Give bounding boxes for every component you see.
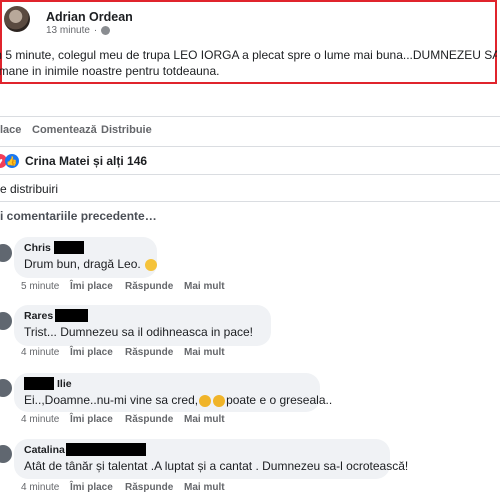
- comment-actions: 5 minute Îmi place Răspunde Mai mult: [21, 281, 271, 293]
- comment-more-button[interactable]: Mai mult: [184, 482, 225, 493]
- comment-like-button[interactable]: Îmi place: [70, 414, 113, 425]
- comment-text: Trist... Dumnezeu sa il odihneasca in pa…: [24, 325, 254, 339]
- comment-avatar[interactable]: [0, 379, 12, 397]
- comment-time[interactable]: 4 minute: [21, 414, 59, 425]
- comment-author[interactable]: Chris: [24, 241, 147, 254]
- comment-time[interactable]: 5 minute: [21, 281, 59, 292]
- post-author-name[interactable]: Adrian Ordean: [46, 10, 133, 24]
- redaction-bar: [55, 309, 89, 322]
- redaction-bar: [24, 377, 54, 390]
- like-reaction-icon: 👍: [5, 154, 19, 168]
- comment-text: Ei..,Doamne..nu-mi vine sa cred, poate e …: [24, 393, 333, 407]
- comment-more-button[interactable]: Mai mult: [184, 414, 225, 425]
- share-button[interactable]: Distribuie: [101, 124, 152, 136]
- post-time[interactable]: 13 minute: [46, 25, 90, 36]
- reactions-summary[interactable]: ♥ 👍 Crina Matei și alți 146: [0, 153, 147, 169]
- divider: [0, 146, 500, 147]
- comment-avatar[interactable]: [0, 312, 12, 330]
- view-previous-comments[interactable]: i comentariile precedente…: [0, 209, 157, 223]
- post-text-line-1: m 5 minute, colegul meu de trupa LEO IOR…: [0, 48, 497, 62]
- crying-emoji-icon: [213, 394, 226, 407]
- comment-reply-button[interactable]: Răspunde: [125, 414, 173, 425]
- comment-bubble: Catalina Atât de tânăr și talentat .A lu…: [14, 439, 409, 479]
- comment-author[interactable]: Rares: [24, 309, 261, 322]
- comment-like-button[interactable]: Îmi place: [70, 347, 113, 358]
- comment-avatar[interactable]: [0, 445, 12, 463]
- comment-bubble: Rares Trist... Dumnezeu sa il odihneasca…: [14, 305, 271, 346]
- comment-reply-button[interactable]: Răspunde: [125, 347, 173, 358]
- post-action-bar: lace Comentează Distribuie: [0, 124, 500, 138]
- divider: [0, 174, 500, 175]
- comment-author[interactable]: Catalina: [24, 443, 380, 456]
- comment-like-button[interactable]: Îmi place: [70, 281, 113, 292]
- comment-actions: 4 minute Îmi place Răspunde Mai mult: [21, 414, 271, 426]
- reactions-count-text: Crina Matei și alți 146: [25, 154, 148, 168]
- comment-text: Atât de tânăr și talentat .A luptat și a…: [24, 459, 409, 473]
- comment-author[interactable]: Ilie: [24, 377, 310, 390]
- comment-actions: 4 minute Îmi place Răspunde Mai mult: [21, 482, 271, 494]
- shares-count[interactable]: e distribuiri: [0, 182, 58, 196]
- redaction-bar: [65, 443, 146, 456]
- author-avatar[interactable]: [4, 6, 30, 32]
- comment-avatar[interactable]: [0, 244, 12, 262]
- sad-emoji-icon: [145, 258, 158, 271]
- comment-like-button[interactable]: Îmi place: [70, 482, 113, 493]
- comment-time[interactable]: 4 minute: [21, 347, 59, 358]
- comment-time[interactable]: 4 minute: [21, 482, 59, 493]
- globe-icon: [101, 26, 111, 35]
- post-meta: 13 minute ·: [46, 25, 111, 36]
- post-text-line-2: amane in inimile noastre pentru totdeaun…: [0, 64, 220, 78]
- divider: [0, 201, 500, 202]
- comment-bubble: Ilie Ei..,Doamne..nu-mi vine sa cred, poa…: [14, 373, 333, 412]
- redaction-bar: [53, 241, 84, 254]
- comment-reply-button[interactable]: Răspunde: [125, 281, 173, 292]
- comment-button[interactable]: Comentează: [32, 124, 97, 136]
- comment-reply-button[interactable]: Răspunde: [125, 482, 173, 493]
- comment-text: Drum bun, dragă Leo.: [24, 257, 158, 271]
- like-button[interactable]: lace: [0, 124, 21, 136]
- comment-bubble: Chris Drum bun, dragă Leo.: [14, 237, 158, 278]
- divider: [0, 116, 500, 117]
- comment-more-button[interactable]: Mai mult: [184, 347, 225, 358]
- comment-actions: 4 minute Îmi place Răspunde Mai mult: [21, 347, 271, 359]
- post-text: m 5 minute, colegul meu de trupa LEO IOR…: [0, 47, 497, 79]
- comment-more-button[interactable]: Mai mult: [184, 281, 225, 292]
- crying-emoji-icon: [199, 394, 212, 407]
